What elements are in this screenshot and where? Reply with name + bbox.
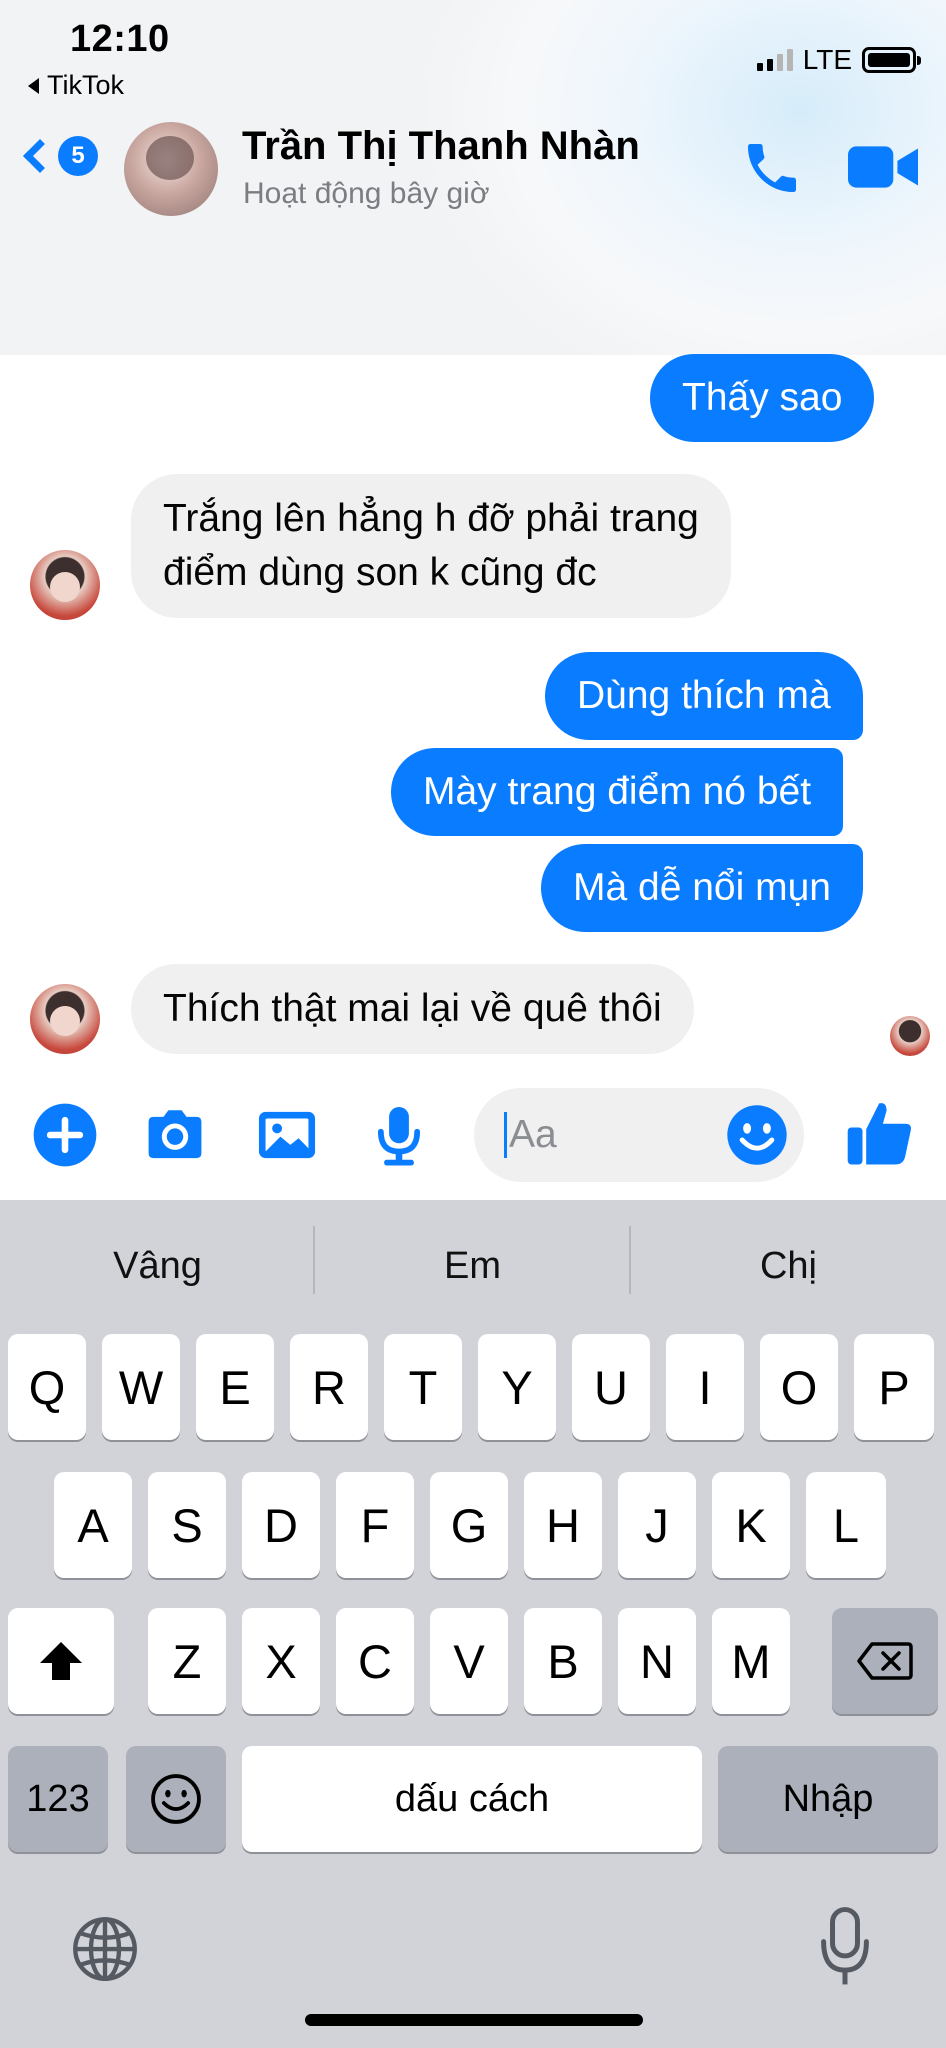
key-w[interactable]: W [102, 1334, 180, 1440]
key-v[interactable]: V [430, 1608, 508, 1714]
key-t[interactable]: T [384, 1334, 462, 1440]
message-input[interactable]: Aa [474, 1088, 804, 1182]
suggestion-1[interactable]: Vâng [0, 1200, 315, 1332]
back-app-name: TikTok [47, 70, 125, 100]
key-a[interactable]: A [54, 1472, 132, 1578]
message-row: Thích thật mai lại về quê thôi [131, 964, 694, 1054]
key-z[interactable]: Z [148, 1608, 226, 1714]
key-i[interactable]: I [666, 1334, 744, 1440]
phone-call-icon[interactable] [740, 136, 804, 200]
backspace-icon [857, 1642, 913, 1680]
plus-icon[interactable] [32, 1102, 98, 1168]
camera-icon[interactable] [142, 1102, 208, 1168]
thumbs-up-icon[interactable] [844, 1096, 918, 1170]
key-b[interactable]: B [524, 1608, 602, 1714]
return-key[interactable]: Nhập [718, 1746, 938, 1852]
signal-icon [756, 49, 793, 71]
status-time: 12:10 [70, 18, 170, 60]
outgoing-message[interactable]: Thấy sao [650, 354, 875, 442]
key-l[interactable]: L [806, 1472, 886, 1578]
image-icon[interactable] [254, 1102, 320, 1168]
smiley-icon [151, 1774, 201, 1824]
key-g[interactable]: G [430, 1472, 508, 1578]
key-o[interactable]: O [760, 1334, 838, 1440]
key-f[interactable]: F [336, 1472, 414, 1578]
chevron-left-icon [23, 139, 57, 173]
key-d[interactable]: D [242, 1472, 320, 1578]
contact-name[interactable]: Trần Thị Thanh Nhàn [242, 124, 640, 169]
suggestion-3[interactable]: Chị [631, 1200, 946, 1332]
space-key[interactable]: dấu cách [242, 1746, 702, 1852]
dictation-mic-icon[interactable] [818, 1906, 872, 1988]
sender-avatar[interactable] [30, 550, 100, 620]
message-row: Mày trang điểm nó bết [391, 748, 844, 836]
shift-key[interactable] [8, 1608, 114, 1714]
message-row: Dùng thích mà [545, 652, 863, 740]
key-r[interactable]: R [290, 1334, 368, 1440]
incoming-message[interactable]: Trắng lên hẳng h đỡ phải trang điểm dùng… [131, 474, 731, 618]
key-p[interactable]: P [854, 1334, 934, 1440]
status-indicators: LTE [756, 44, 921, 76]
sender-avatar[interactable] [30, 984, 100, 1054]
message-row: Thấy sao [650, 354, 875, 442]
unread-badge: 5 [58, 136, 98, 176]
keyboard: Vâng Em Chị Q W E R T Y U I O P A S D F … [0, 1200, 946, 2048]
numbers-key[interactable]: 123 [8, 1746, 108, 1852]
key-n[interactable]: N [618, 1608, 696, 1714]
video-call-icon[interactable] [848, 142, 918, 192]
key-e[interactable]: E [196, 1334, 274, 1440]
microphone-icon[interactable] [366, 1102, 432, 1168]
key-m[interactable]: M [712, 1608, 790, 1714]
back-button[interactable]: 5 [20, 136, 98, 176]
key-y[interactable]: Y [478, 1334, 556, 1440]
delete-key[interactable] [832, 1608, 938, 1714]
battery-icon [862, 47, 921, 73]
suggestion-2[interactable]: Em [315, 1200, 630, 1332]
active-status: Hoạt động bây giờ [243, 177, 490, 210]
back-to-app-link[interactable]: TikTok [28, 70, 124, 101]
key-k[interactable]: K [712, 1472, 790, 1578]
seen-receipt-avatar [890, 1016, 930, 1056]
shift-arrow-icon [40, 1642, 82, 1680]
outgoing-message[interactable]: Dùng thích mà [545, 652, 863, 740]
message-row: Mà dễ nổi mụn [541, 844, 863, 932]
key-x[interactable]: X [242, 1608, 320, 1714]
emoji-icon[interactable] [724, 1102, 790, 1168]
globe-icon[interactable] [70, 1914, 140, 1984]
key-u[interactable]: U [572, 1334, 650, 1440]
outgoing-message[interactable]: Mà dễ nổi mụn [541, 844, 863, 932]
contact-avatar[interactable] [124, 122, 218, 216]
message-row: Trắng lên hẳng h đỡ phải trang điểm dùng… [131, 474, 731, 618]
key-j[interactable]: J [618, 1472, 696, 1578]
back-triangle-icon [28, 77, 39, 94]
incoming-message[interactable]: Thích thật mai lại về quê thôi [131, 964, 694, 1054]
network-type: LTE [802, 44, 852, 75]
message-line: Trắng lên hẳng h đỡ phải trang [163, 497, 699, 540]
message-line: điểm dùng son k cũng đc [163, 550, 597, 594]
home-indicator[interactable] [305, 2014, 643, 2026]
key-q[interactable]: Q [8, 1334, 86, 1440]
emoji-keyboard-key[interactable] [126, 1746, 226, 1852]
key-s[interactable]: S [148, 1472, 226, 1578]
key-h[interactable]: H [524, 1472, 602, 1578]
message-placeholder: Aa [509, 1113, 557, 1156]
key-c[interactable]: C [336, 1608, 414, 1714]
outgoing-message[interactable]: Mày trang điểm nó bết [391, 748, 844, 836]
text-caret [504, 1112, 507, 1158]
